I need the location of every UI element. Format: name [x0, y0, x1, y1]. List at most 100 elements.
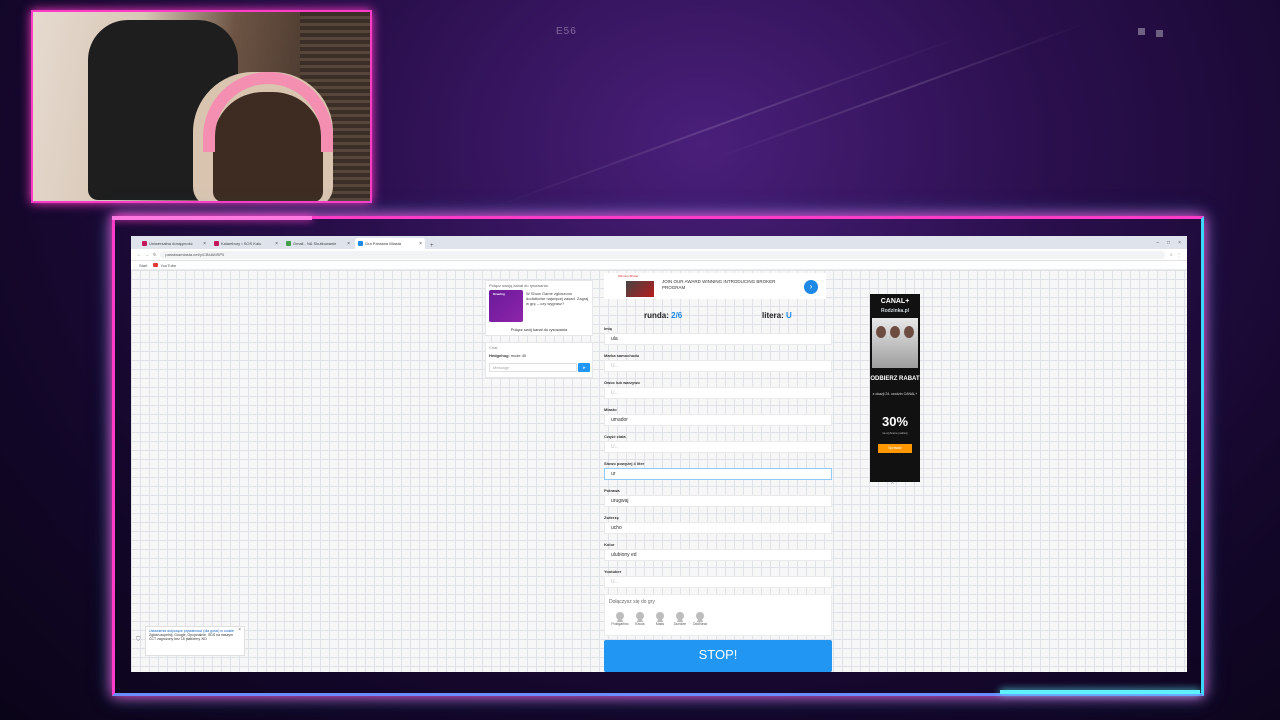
bookmark-star-icon[interactable]: ☆ [1169, 252, 1173, 257]
field-input[interactable]: ula [604, 333, 832, 345]
cookie-notification: ⛉ × Ustawienia dotyczące prywatności (dl… [136, 626, 245, 656]
cast-member [890, 326, 900, 338]
game-form: Winning Broker JOIN OUR AWARD WINNING IN… [604, 270, 832, 672]
field-zwierze: Zwierzę ucho [604, 515, 832, 542]
field-label: Słowo powyżej 4 liter [604, 461, 645, 466]
field-input[interactable]: U... [604, 576, 832, 588]
tab-favicon-icon [214, 241, 219, 246]
field-imie: Imię ula [604, 326, 832, 353]
round-label: runda: [644, 311, 669, 320]
banner-ad[interactable]: Winning Broker JOIN OUR AWARD WINNING IN… [604, 273, 826, 299]
overlay-square-icon [1138, 28, 1145, 35]
player-name: Maks [655, 622, 665, 626]
ad-thumbnail [626, 281, 654, 297]
bookmark-item-youtube[interactable]: YouTube [153, 263, 176, 268]
tab-label: Uniwersalna dostępność [149, 241, 193, 246]
bookmark-label: YouTube [160, 262, 177, 268]
player-name: Brook [635, 622, 645, 626]
tab-close-icon[interactable]: × [347, 241, 350, 247]
user-icon [656, 612, 664, 622]
chat-header: Chat [489, 345, 498, 350]
url-text: panstwamiasta.net/y/CB4AMSP0 [165, 252, 225, 257]
bookmark-item[interactable]: Start [139, 263, 147, 268]
round-indicator: runda: 2/6 [644, 311, 682, 320]
overlay-light-streak [711, 21, 1089, 161]
overlay-square-icon [1156, 30, 1163, 37]
reload-icon[interactable]: ↻ [153, 252, 156, 257]
url-field[interactable]: panstwamiasta.net/y/CB4AMSP0 [160, 250, 1166, 259]
field-input[interactable]: U... [604, 360, 832, 372]
side-banner-ad[interactable]: CANAL+ Rodzinka.pl ODBIERZ RABAT z okazj… [870, 294, 920, 482]
tab-label: Kalambury • SOS Kalu [221, 241, 262, 246]
browser-tab[interactable]: Kalambury • SOS Kalu × [211, 238, 281, 249]
player-name: Dundee [673, 622, 687, 626]
field-kolor: Kolor ulubiony ed [604, 542, 832, 569]
player: OddNeck [687, 612, 713, 626]
promo-image-label: Drawing [493, 292, 505, 296]
chat-input[interactable]: Message [489, 363, 577, 372]
field-input[interactable]: U... [604, 387, 832, 399]
chat-message-text: może 40 [510, 353, 527, 358]
ad-cast-image [872, 318, 918, 368]
field-input[interactable]: U... [604, 441, 832, 453]
field-label: Kolor [604, 542, 615, 547]
send-icon[interactable]: ➤ [578, 363, 590, 372]
letter-value: U [786, 311, 792, 320]
ad-subtext: z okazji 24. urodzin CANAL+ [872, 392, 918, 396]
field-marka: Marka samochodu U... [604, 353, 832, 380]
cast-member [876, 326, 886, 338]
user-icon [636, 612, 644, 622]
minimize-icon[interactable]: – [1156, 240, 1159, 246]
forward-icon[interactable]: → [145, 252, 149, 257]
youtube-icon [153, 263, 159, 268]
tab-bar: Uniwersalna dostępność × Kalambury • SOS … [131, 236, 1187, 249]
field-label: Imię [604, 326, 613, 331]
round-value: 2/6 [671, 311, 683, 320]
ad-thumb-label: Winning Broker [618, 274, 639, 278]
browser-tab-active[interactable]: Gra Państwa Miasta × [355, 238, 425, 249]
overlay-light-streak [494, 34, 966, 208]
ad-text: JOIN OUR AWARD WINNING INTRODUCING BROKE… [662, 279, 776, 290]
chat-message: Hedgehog: może 40 [489, 353, 527, 358]
player-name: OddNeck [692, 622, 708, 626]
browser-tab[interactable]: Gmail - N& Skutkowanie × [283, 238, 353, 249]
maximize-icon[interactable]: □ [1167, 240, 1170, 246]
tab-close-icon[interactable]: × [275, 241, 278, 247]
close-window-icon[interactable]: × [1178, 240, 1181, 246]
cookie-text: Zgłoś/uzupełnij. Google, Opcjonalnie, SD… [149, 633, 234, 641]
field-slowo: Słowo powyżej 4 liter ur [604, 461, 832, 488]
menu-icon[interactable]: ⋮ [1177, 252, 1181, 257]
field-input[interactable]: umador [604, 414, 832, 426]
field-input-focused[interactable]: ur [604, 468, 832, 480]
field-label: Potrawa [604, 488, 620, 493]
stop-button[interactable]: STOP! [604, 640, 832, 672]
promo-image[interactable]: Drawing [489, 290, 523, 322]
field-label: Część ciała [604, 434, 626, 439]
field-input[interactable]: ucho [604, 522, 832, 534]
browser-tab[interactable]: Uniwersalna dostępność × [139, 238, 209, 249]
ad-cta-button[interactable]: Sprawdź [878, 444, 912, 453]
canal-logo: CANAL+ [880, 298, 910, 305]
neon-accent-bottom [1000, 690, 1200, 694]
ad-discount: 30% [881, 414, 909, 429]
field-miasto: Miasto umador [604, 407, 832, 434]
tab-close-icon[interactable]: × [203, 241, 206, 247]
game-page: Połącz swoją kanał do rysowania Drawing … [131, 270, 1187, 672]
chevron-up-icon[interactable]: ^ [891, 482, 894, 488]
field-input[interactable]: urugwaj [604, 495, 832, 507]
back-icon[interactable]: ← [137, 252, 141, 257]
promo-link[interactable]: Połącz swój kanał do rysowania [486, 327, 592, 332]
players-panel: Dołączysz się do gry Postgarlinc Brook M… [604, 594, 832, 636]
close-icon[interactable]: × [238, 628, 241, 633]
ad-arrow-icon[interactable]: › [804, 280, 818, 294]
ad-discount-sub: na wybrane pakiety [882, 431, 908, 435]
user-icon [616, 612, 624, 622]
field-input[interactable]: ulubiony ed [604, 549, 832, 561]
field-potrawa: Potrawa urugwaj [604, 488, 832, 515]
tab-favicon-icon [286, 241, 291, 246]
new-tab-icon[interactable]: + [427, 243, 437, 249]
promo-panel: Połącz swoją kanał do rysowania Drawing … [485, 280, 593, 336]
tab-close-icon[interactable]: × [419, 241, 422, 247]
letter-indicator: litera: U [762, 311, 792, 320]
field-label: Youtuber [604, 569, 622, 574]
